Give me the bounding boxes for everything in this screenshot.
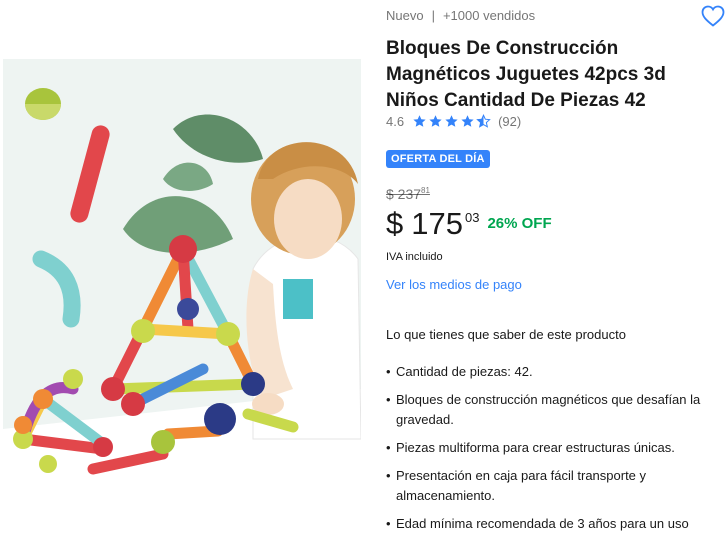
star-half-icon: [476, 114, 491, 128]
original-price-value: $ 237: [386, 186, 422, 202]
star-icon: [429, 115, 442, 127]
feature-item: Edad mínima recomendada de 3 años para u…: [386, 514, 728, 534]
condition-label: Nuevo: [386, 8, 424, 23]
original-price-cents: 81: [421, 186, 430, 195]
feature-item: Cantidad de piezas: 42.: [386, 362, 728, 382]
price-integer: 175: [411, 206, 463, 241]
star-icon: [461, 115, 474, 127]
star-icon: [413, 115, 426, 127]
tax-note: IVA incluido: [386, 251, 443, 263]
original-price: $ 23781: [386, 186, 430, 202]
features-list: Cantidad de piezas: 42. Bloques de const…: [386, 362, 728, 542]
rating-summary[interactable]: 4.6 (92): [386, 114, 521, 129]
star-icon: [445, 115, 458, 127]
product-subtitle: Nuevo | +1000 vendidos: [386, 8, 535, 23]
feature-item: Bloques de construcción magnéticos que d…: [386, 390, 728, 430]
feature-item: Piezas multiforma para crear estructuras…: [386, 438, 728, 458]
rating-stars: [412, 114, 492, 129]
product-title: Bloques De Construcción Magnéticos Jugue…: [386, 38, 666, 111]
discount-label: 26% OFF: [487, 215, 552, 232]
product-photo: [3, 59, 361, 489]
feature-item: Presentación en caja para fácil transpor…: [386, 466, 728, 506]
payment-methods-link[interactable]: Ver los medios de pago: [386, 277, 522, 292]
favorite-button[interactable]: [701, 5, 725, 27]
subtitle-separator: |: [431, 8, 435, 23]
price-cents: 03: [464, 210, 480, 225]
current-price: $ 175 03 26% OFF: [386, 206, 552, 242]
features-title: Lo que tienes que saber de este producto: [386, 327, 626, 342]
product-image[interactable]: [3, 59, 361, 489]
price-currency: $: [386, 206, 404, 241]
rating-count: (92): [498, 114, 522, 129]
rating-value: 4.6: [386, 114, 405, 129]
sold-count: +1000 vendidos: [442, 8, 536, 23]
deal-badge: OFERTA DEL DÍA: [386, 150, 490, 168]
heart-outline-icon: [701, 5, 725, 27]
